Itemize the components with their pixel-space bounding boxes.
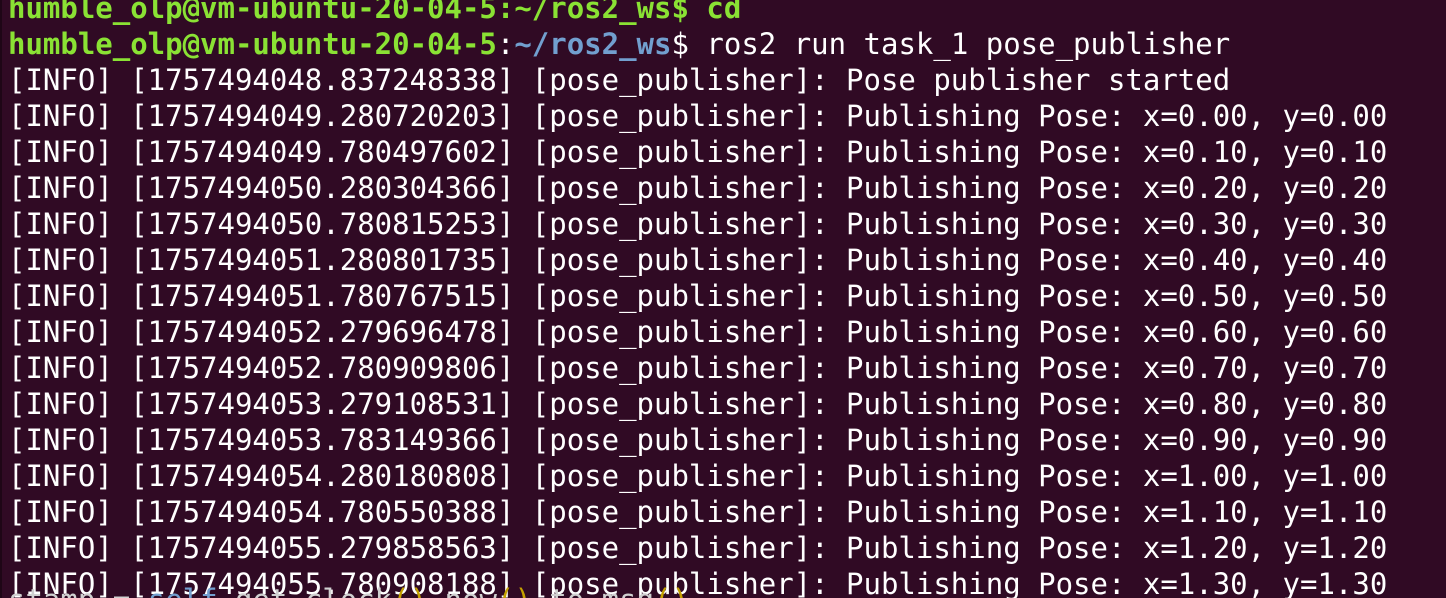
log-line: [INFO] [1757494051.280801735] [pose_publ… xyxy=(8,243,1388,277)
prompt-user-host: humble_olp@vm-ubuntu-20-04-5 xyxy=(8,27,497,61)
log-line: [INFO] [1757494055.279858563] [pose_publ… xyxy=(8,531,1388,565)
command-text: ros2 run task_1 pose_publisher xyxy=(688,27,1231,61)
log-line: [INFO] [1757494050.280304366] [pose_publ… xyxy=(8,171,1388,205)
code-to-msg: .to_msg xyxy=(532,583,654,598)
log-line: [INFO] [1757494052.780909806] [pose_publ… xyxy=(8,351,1388,385)
log-line: [INFO] [1757494048.837248338] [pose_publ… xyxy=(8,63,1231,97)
prompt-path: ~/ros2_ws xyxy=(514,27,672,61)
log-line: [INFO] [1757494053.279108531] [pose_publ… xyxy=(8,387,1388,421)
log-line: [INFO] [1757494051.780767515] [pose_publ… xyxy=(8,279,1388,313)
log-line: [INFO] [1757494053.783149366] [pose_publ… xyxy=(8,423,1388,457)
log-line: [INFO] [1757494052.279696478] [pose_publ… xyxy=(8,315,1388,349)
log-line: [INFO] [1757494049.280720203] [pose_publ… xyxy=(8,99,1388,133)
code-prefix: stamp = xyxy=(8,583,148,598)
log-line: [INFO] [1757494050.780815253] [pose_publ… xyxy=(8,207,1388,241)
code-paren: () xyxy=(654,583,689,598)
code-get-clock: .get_clock xyxy=(218,583,393,598)
log-line: [INFO] [1757494049.780497602] [pose_publ… xyxy=(8,135,1388,169)
log-line: [INFO] [1757494054.280180808] [pose_publ… xyxy=(8,459,1388,493)
window-edge xyxy=(0,0,2,598)
prompt-colon: : xyxy=(496,27,515,61)
underlying-code-line: stamp = self.get_clock().now().to_msg() xyxy=(8,582,689,598)
log-line: [INFO] [1757494054.780550388] [pose_publ… xyxy=(8,495,1388,529)
previous-prompt-line: humble_olp@vm-ubuntu-20-04-5:~/ros2_ws$ … xyxy=(8,0,742,25)
terminal-output: humble_olp@vm-ubuntu-20-04-5:~/ros2_ws$ … xyxy=(8,0,1444,598)
code-self: self xyxy=(148,583,218,598)
prompt-dollar: $ xyxy=(671,27,689,61)
terminal-window[interactable]: humble_olp@vm-ubuntu-20-04-5:~/ros2_ws$ … xyxy=(0,0,1446,598)
command-prompt-line: humble_olp@vm-ubuntu-20-04-5:~/ros2_ws$ … xyxy=(8,26,1444,62)
code-paren: () xyxy=(392,583,427,598)
code-now: .now xyxy=(427,583,497,598)
code-paren: () xyxy=(497,583,532,598)
